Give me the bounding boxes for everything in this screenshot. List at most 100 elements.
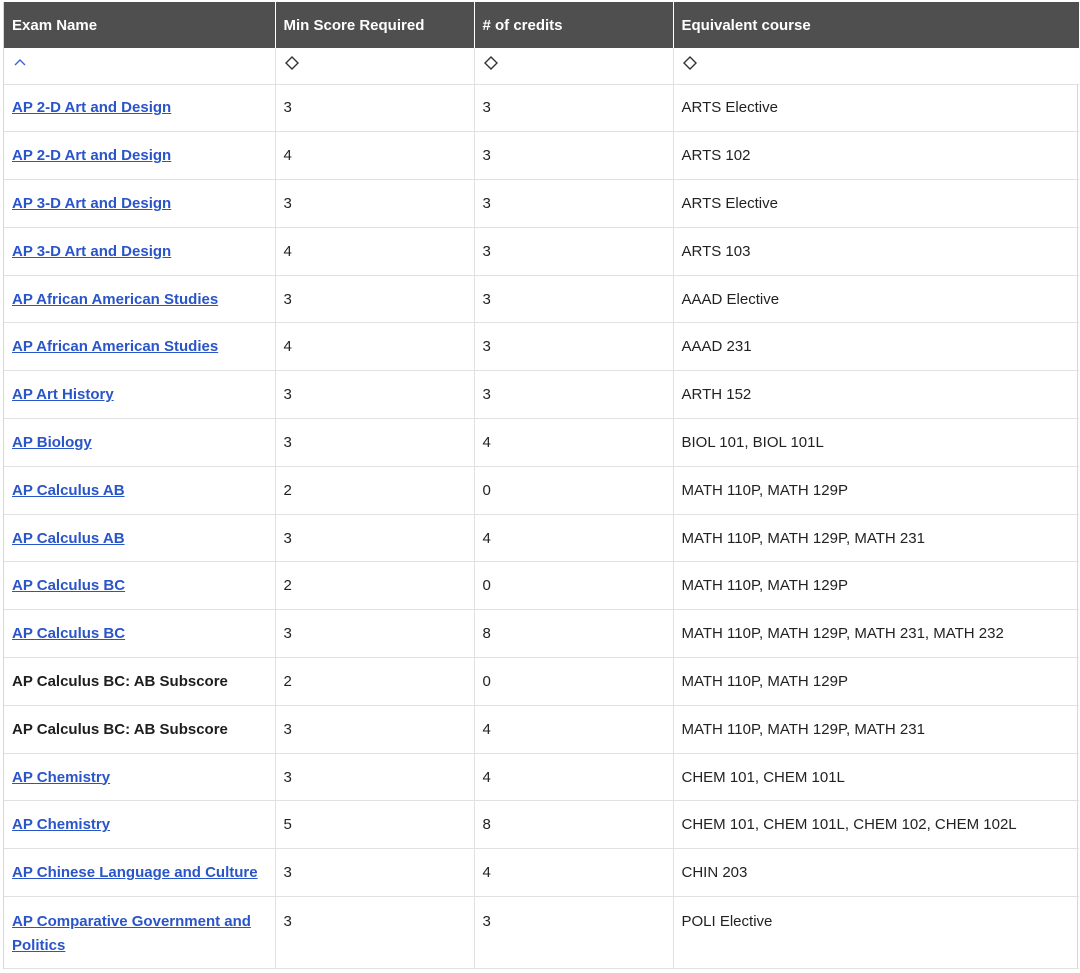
- cell-exam-name: AP African American Studies: [4, 322, 276, 372]
- table-row: AP Biology 3 4 BIOL 101, BIOL 101L: [4, 418, 1079, 467]
- cell-exam-name: AP Chemistry: [4, 800, 276, 850]
- exam-name-link[interactable]: AP Calculus BC: [12, 577, 125, 594]
- exam-name-link[interactable]: AP 2-D Art and Design: [12, 99, 171, 116]
- sort-cell-credits: [474, 48, 674, 85]
- sort-cell-min-score: [275, 48, 475, 85]
- cell-min-score: 5: [275, 800, 475, 850]
- cell-min-score: 3: [275, 179, 475, 228]
- cell-min-score: 3: [275, 896, 475, 970]
- table-row: AP African American Studies 3 3 AAAD Electi…: [4, 275, 1079, 324]
- cell-min-score: 3: [275, 514, 475, 563]
- exam-name-link[interactable]: AP 3-D Art and Design: [12, 195, 171, 212]
- table-row: AP Comparative Government and Politics 3 3…: [4, 896, 1079, 970]
- exam-name-link[interactable]: AP 2-D Art and Design: [12, 147, 171, 164]
- exam-name-link[interactable]: AP African American Studies: [12, 338, 218, 355]
- cell-equivalent-course: CHEM 101, CHEM 101L, CHEM 102, CHEM 102L: [673, 800, 1079, 850]
- exam-name-link[interactable]: AP Calculus BC: [12, 625, 125, 642]
- cell-exam-name: AP Chinese Language and Culture: [4, 848, 276, 898]
- sort-cell-equivalent-course: [673, 48, 1079, 85]
- sort-controls-row: [4, 48, 1079, 85]
- exam-name-link[interactable]: AP Chinese Language and Culture: [12, 864, 258, 881]
- exam-name-link[interactable]: AP 3-D Art and Design: [12, 243, 171, 260]
- cell-exam-name: AP 2-D Art and Design: [4, 84, 276, 133]
- cell-min-score: 2: [275, 466, 475, 515]
- exam-name-link[interactable]: AP Calculus AB: [12, 482, 125, 499]
- table-row: AP Art History 3 3 ARTH 152: [4, 370, 1079, 420]
- cell-min-score: 3: [275, 275, 475, 324]
- table-row: AP Calculus AB 3 4 MATH 110P, MATH 129P, MA…: [4, 514, 1079, 563]
- cell-credits: 4: [474, 753, 674, 802]
- cell-credits: 4: [474, 848, 674, 898]
- exam-name-link[interactable]: AP Biology: [12, 434, 92, 451]
- exam-name-link[interactable]: AP Comparative Government and Politics: [12, 913, 251, 954]
- exam-name-text: AP Calculus BC: AB Subscore: [12, 720, 228, 738]
- cell-min-score: 3: [275, 848, 475, 898]
- table-row: AP Calculus AB 2 0 MATH 110P, MATH 129P: [4, 466, 1079, 515]
- table-row: AP Calculus BC 2 0 MATH 110P, MATH 129P: [4, 561, 1079, 611]
- exam-name-text: AP Calculus BC: AB Subscore: [12, 672, 228, 690]
- cell-exam-name: AP Comparative Government and Politics: [4, 896, 276, 970]
- cell-equivalent-course: CHIN 203: [673, 848, 1079, 898]
- cell-min-score: 4: [275, 227, 475, 276]
- table-head: Exam Name Min Score Required # of credit…: [4, 2, 1079, 85]
- table-row: AP Chemistry 3 4 CHEM 101, CHEM 101L: [4, 753, 1079, 802]
- exam-name-link[interactable]: AP Chemistry: [12, 816, 110, 833]
- sort-diamond-icon[interactable]: [284, 55, 300, 71]
- cell-credits: 4: [474, 418, 674, 467]
- cell-credits: 3: [474, 84, 674, 133]
- cell-equivalent-course: CHEM 101, CHEM 101L: [673, 753, 1079, 802]
- cell-credits: 0: [474, 657, 674, 706]
- cell-credits: 0: [474, 561, 674, 611]
- exam-name-link[interactable]: AP Calculus AB: [12, 530, 125, 547]
- table-row: AP 2-D Art and Design 3 3 ARTS Elective: [4, 84, 1079, 133]
- cell-credits: 3: [474, 322, 674, 372]
- cell-equivalent-course: ARTS 103: [673, 227, 1079, 276]
- cell-credits: 3: [474, 896, 674, 970]
- cell-exam-name: AP 3-D Art and Design: [4, 179, 276, 228]
- chevron-up-icon[interactable]: [12, 55, 28, 71]
- cell-credits: 4: [474, 514, 674, 563]
- table-row: AP Chinese Language and Culture 3 4 CHIN 20…: [4, 848, 1079, 898]
- cell-exam-name: AP Chemistry: [4, 753, 276, 802]
- cell-credits: 8: [474, 609, 674, 659]
- cell-min-score: 3: [275, 609, 475, 659]
- cell-exam-name: AP Art History: [4, 370, 276, 420]
- cell-credits: 3: [474, 179, 674, 228]
- cell-min-score: 3: [275, 370, 475, 420]
- table-row: AP Chemistry 5 8 CHEM 101, CHEM 101L, CHEM …: [4, 800, 1079, 850]
- sort-diamond-icon[interactable]: [682, 55, 698, 71]
- column-header-exam-name[interactable]: Exam Name: [4, 2, 276, 48]
- sort-cell-exam-name: [4, 48, 276, 85]
- cell-equivalent-course: AAAD 231: [673, 322, 1079, 372]
- cell-equivalent-course: BIOL 101, BIOL 101L: [673, 418, 1079, 467]
- cell-credits: 8: [474, 800, 674, 850]
- cell-equivalent-course: MATH 110P, MATH 129P: [673, 657, 1079, 706]
- cell-min-score: 3: [275, 418, 475, 467]
- exam-name-link[interactable]: AP Art History: [12, 386, 114, 403]
- sort-diamond-icon[interactable]: [483, 55, 499, 71]
- cell-exam-name: AP Calculus BC: AB Subscore: [4, 657, 276, 706]
- table-row: AP Calculus BC 3 8 MATH 110P, MATH 129P, MA…: [4, 609, 1079, 659]
- cell-exam-name: AP Calculus BC: [4, 561, 276, 611]
- cell-exam-name: AP Calculus AB: [4, 466, 276, 515]
- exam-name-link[interactable]: AP Chemistry: [12, 769, 110, 786]
- column-header-credits[interactable]: # of credits: [474, 2, 674, 48]
- cell-credits: 3: [474, 131, 674, 181]
- column-header-min-score[interactable]: Min Score Required: [275, 2, 475, 48]
- cell-min-score: 3: [275, 84, 475, 133]
- table-row: AP 2-D Art and Design 4 3 ARTS 102: [4, 131, 1079, 181]
- exam-name-link[interactable]: AP African American Studies: [12, 291, 218, 308]
- column-header-equivalent-course[interactable]: Equivalent course: [673, 2, 1079, 48]
- cell-exam-name: AP 2-D Art and Design: [4, 131, 276, 181]
- cell-min-score: 2: [275, 657, 475, 706]
- table-body: AP 2-D Art and Design 3 3 ARTS Elective AP 2…: [4, 84, 1079, 970]
- cell-equivalent-course: ARTS Elective: [673, 179, 1079, 228]
- cell-credits: 3: [474, 227, 674, 276]
- cell-exam-name: AP African American Studies: [4, 275, 276, 324]
- cell-equivalent-course: MATH 110P, MATH 129P: [673, 561, 1079, 611]
- cell-equivalent-course: MATH 110P, MATH 129P: [673, 466, 1079, 515]
- cell-equivalent-course: POLI Elective: [673, 896, 1079, 970]
- header-row: Exam Name Min Score Required # of credit…: [4, 2, 1079, 48]
- table-row: AP Calculus BC: AB Subscore 2 0 MATH 110P, …: [4, 657, 1079, 706]
- cell-min-score: 2: [275, 561, 475, 611]
